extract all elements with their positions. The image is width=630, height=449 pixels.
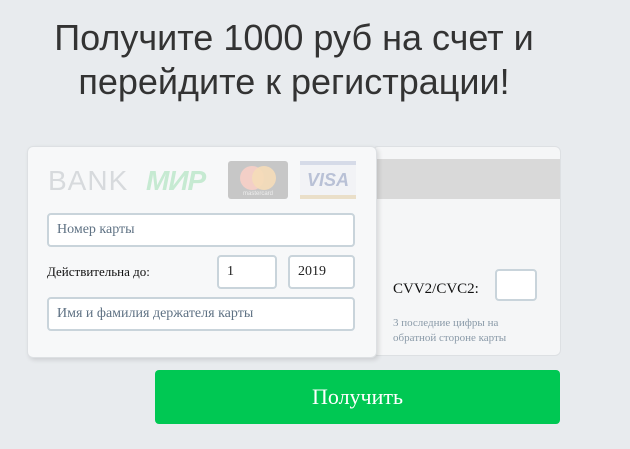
expiry-month-input[interactable] [217,255,277,289]
mastercard-circle-right-icon [252,166,276,190]
mastercard-wordmark: mastercard [242,191,273,197]
mir-logo: МИР [146,165,206,196]
expiry-label: Действительна до: [47,264,150,279]
expiry-year-input[interactable] [288,255,355,289]
page-headline: Получите 1000 руб на счет и перейдите к … [54,17,534,102]
visa-logo: VISA [300,161,356,199]
cvv-input[interactable] [495,269,537,301]
card-number-input[interactable] [47,213,355,247]
cardholder-name-input[interactable] [47,297,355,331]
card-back: CVV2/CVC2: 3 последние цифры на обратной… [372,146,561,356]
magnetic-stripe [373,159,560,199]
bank-logo: BANK [48,165,129,196]
submit-button[interactable]: Получить [155,370,560,424]
cvv-hint: 3 последние цифры на обратной стороне ка… [393,317,507,344]
cvv-label: CVV2/CVC2: [393,281,479,297]
card-front: BANK МИР mastercard VISA Действительна д… [27,146,377,358]
mastercard-logo: mastercard [228,161,288,199]
